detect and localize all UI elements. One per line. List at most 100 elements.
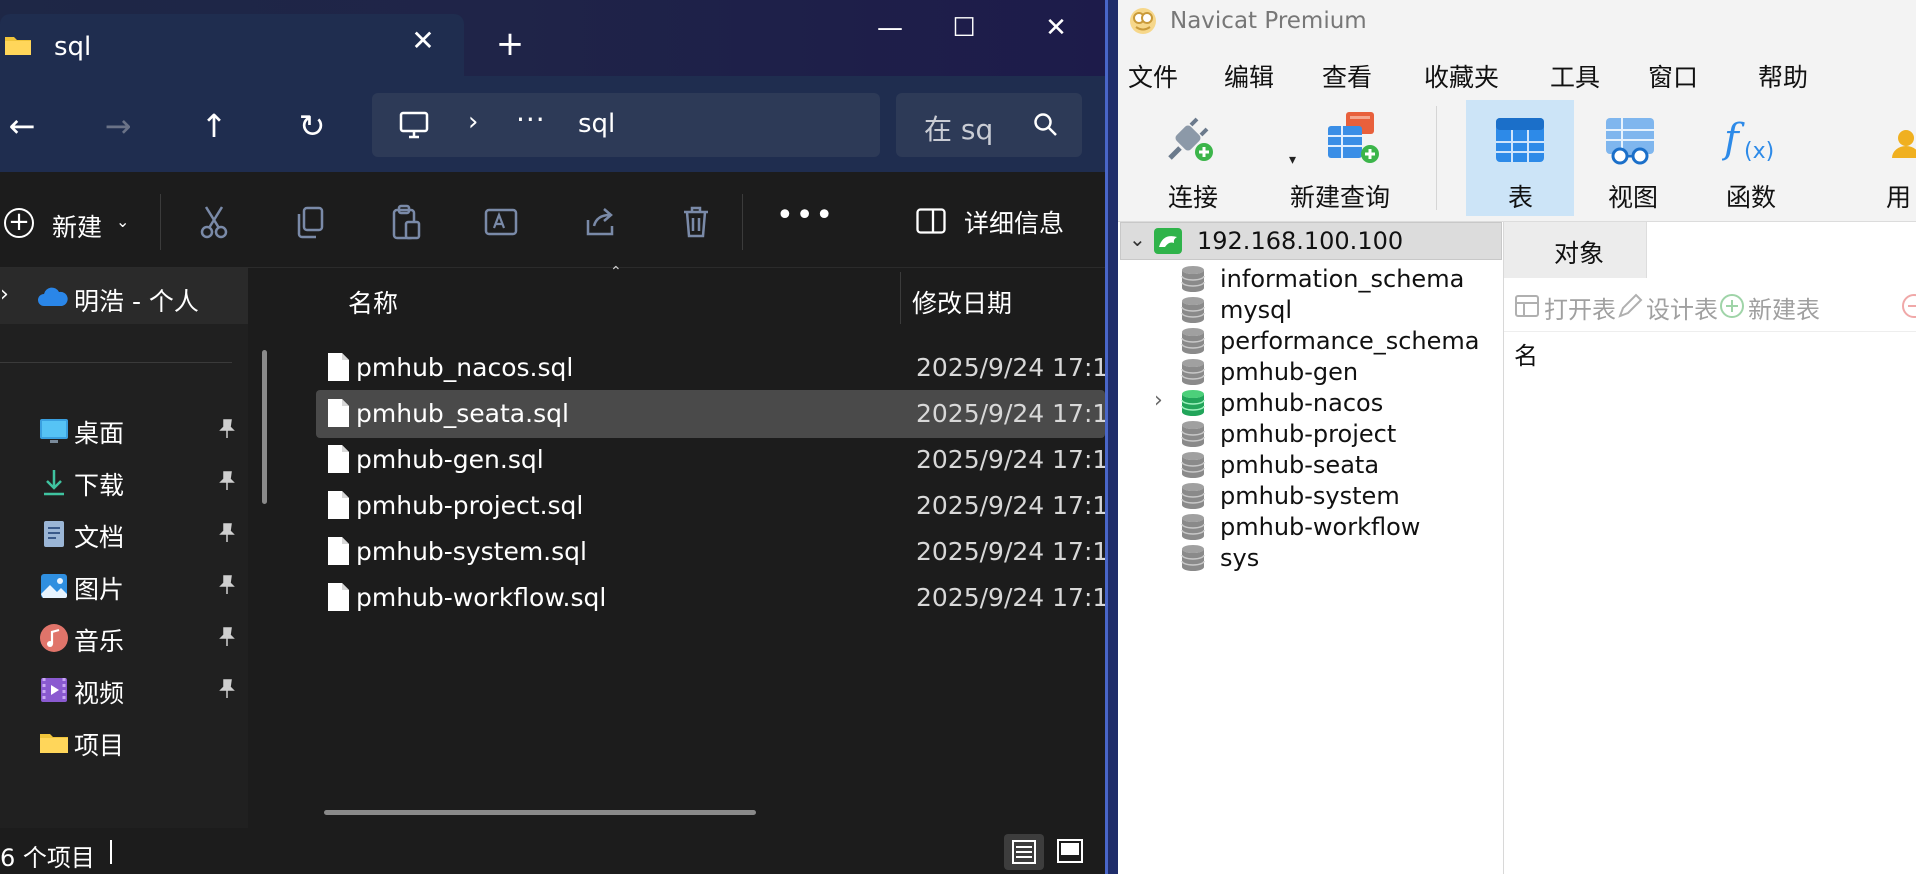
sidebar-item-music[interactable]: 音乐 <box>0 610 248 666</box>
back-button[interactable]: ← <box>2 106 42 146</box>
database-icon <box>1181 328 1205 354</box>
paste-icon[interactable] <box>386 202 426 242</box>
minimize-button[interactable]: — <box>868 10 912 46</box>
file-row[interactable]: pmhub_nacos.sql 2025/9/24 17:12 <box>316 344 1105 392</box>
mysql-connection-icon <box>1154 228 1182 254</box>
close-window-button[interactable]: ✕ <box>1034 10 1078 46</box>
sidebar-scrollbar[interactable] <box>262 350 267 504</box>
database-name: performance_schema <box>1220 327 1480 355</box>
breadcrumb-overflow-button[interactable]: ··· <box>516 103 546 136</box>
search-placeholder: 在 sq <box>924 113 994 146</box>
tab-objects[interactable]: 对象 <box>1504 222 1646 278</box>
tiles-view-button[interactable] <box>1050 834 1090 870</box>
object-pane: 对象 打开表 设计表 新建表 名 <box>1504 222 1916 874</box>
new-tab-button[interactable]: + <box>494 27 526 61</box>
database-name: pmhub-project <box>1220 420 1397 448</box>
horizontal-scrollbar[interactable] <box>324 810 756 815</box>
menu-file[interactable]: 文件 <box>1128 58 1178 94</box>
ribbon-separator <box>1436 106 1437 210</box>
table-button[interactable]: 表 <box>1466 100 1574 216</box>
sidebar-item-pictures[interactable]: 图片 <box>0 558 248 614</box>
app-title: Navicat Premium <box>1170 8 1367 34</box>
address-bar[interactable]: › ··· sql <box>372 93 880 157</box>
sidebar-item-documents[interactable]: 文档 <box>0 506 248 562</box>
sidebar-item-desktop[interactable]: 桌面 <box>0 402 248 458</box>
pin-icon[interactable] <box>216 574 238 596</box>
menu-tools[interactable]: 工具 <box>1550 58 1600 94</box>
file-list: 名称 ⌃ 修改日期 pmhub_nacos.sql 2025/9/24 17:1… <box>288 264 1105 828</box>
new-query-button[interactable]: 新建查询 <box>1284 100 1422 216</box>
search-input[interactable]: 在 sq <box>896 93 1082 157</box>
file-row[interactable]: pmhub-system.sql 2025/9/24 17:12 <box>316 528 1105 576</box>
download-icon <box>44 470 64 496</box>
svg-text:f: f <box>1722 116 1745 162</box>
explorer-tab[interactable]: sql ✕ <box>0 14 464 76</box>
menu-window[interactable]: 窗口 <box>1648 58 1698 94</box>
connect-label: 连接 <box>1168 183 1219 212</box>
file-row[interactable]: pmhub-workflow.sql 2025/9/24 17:12 <box>316 574 1105 622</box>
share-icon[interactable] <box>580 202 620 242</box>
forward-button[interactable]: → <box>98 106 138 146</box>
view-icon <box>1606 118 1654 165</box>
more-options-button[interactable]: ••• <box>776 198 835 233</box>
cut-icon[interactable] <box>194 202 234 242</box>
sidebar-item-onedrive[interactable]: › 明浩 - 个人 <box>0 268 248 324</box>
table-label: 表 <box>1508 183 1534 212</box>
function-button[interactable]: f (x) 函数 <box>1692 100 1812 216</box>
details-label: 详细信息 <box>964 209 1065 238</box>
up-button[interactable]: ↑ <box>194 106 234 146</box>
breadcrumb-current[interactable]: sql <box>578 109 615 139</box>
delete-icon[interactable] <box>676 202 716 242</box>
navicat-logo-icon <box>1130 8 1156 34</box>
user-icon <box>1892 130 1916 158</box>
chevron-right-icon[interactable]: › <box>0 282 9 307</box>
file-row-selected[interactable]: pmhub_seata.sql 2025/9/24 17:12 <box>316 390 1105 438</box>
function-icon: f (x) <box>1722 116 1774 164</box>
tree-database[interactable]: sys <box>1118 539 1504 577</box>
file-row[interactable]: pmhub-gen.sql 2025/9/24 17:12 <box>316 436 1105 484</box>
close-tab-icon[interactable]: ✕ <box>408 26 438 56</box>
sidebar-item-label: 图片 <box>74 575 125 604</box>
menu-favorites[interactable]: 收藏夹 <box>1424 58 1499 94</box>
view-label: 视图 <box>1608 183 1659 212</box>
file-name: pmhub-system.sql <box>356 537 587 566</box>
file-name: pmhub-workflow.sql <box>356 583 607 612</box>
details-view-button[interactable] <box>1004 834 1044 870</box>
connect-button[interactable]: 连接 ▾ <box>1154 100 1296 216</box>
database-icon <box>1181 297 1205 323</box>
object-column-name[interactable]: 名 <box>1514 336 1538 371</box>
user-button[interactable]: 用 <box>1878 100 1916 216</box>
column-divider[interactable] <box>900 272 901 324</box>
expand-icon[interactable]: › <box>1154 388 1163 413</box>
maximize-button[interactable]: ☐ <box>942 10 986 46</box>
copy-icon[interactable] <box>290 202 330 242</box>
pin-icon[interactable] <box>216 626 238 648</box>
sidebar-item-projects[interactable]: 项目 <box>0 714 248 770</box>
videos-icon <box>41 678 67 702</box>
rename-icon[interactable] <box>482 202 522 242</box>
database-icon <box>1181 514 1205 540</box>
database-name: pmhub-nacos <box>1220 389 1384 417</box>
details-pane-icon <box>916 208 946 234</box>
view-button[interactable]: 视图 <box>1578 100 1682 216</box>
file-date: 2025/9/24 17:12 <box>916 399 1105 428</box>
item-count: 6 个项目 <box>0 844 95 872</box>
file-date: 2025/9/24 17:12 <box>916 583 1105 612</box>
menu-help[interactable]: 帮助 <box>1758 58 1808 94</box>
database-icon <box>1181 545 1205 571</box>
file-row[interactable]: pmhub-project.sql 2025/9/24 17:12 <box>316 482 1105 530</box>
pin-icon[interactable] <box>216 522 238 544</box>
explorer-navbar: ← → ↑ ↻ › ··· sql 在 sq <box>0 76 1105 172</box>
tree-connection[interactable]: ⌄ 192.168.100.100 <box>1120 222 1502 260</box>
refresh-button[interactable]: ↻ <box>292 106 332 146</box>
sidebar-item-videos[interactable]: 视频 <box>0 662 248 718</box>
menu-edit[interactable]: 编辑 <box>1224 58 1274 94</box>
svg-text:(x): (x) <box>1744 139 1774 164</box>
menu-view[interactable]: 查看 <box>1322 58 1372 94</box>
pin-icon[interactable] <box>216 678 238 700</box>
remove-icon <box>1902 294 1916 318</box>
pin-icon[interactable] <box>216 418 238 440</box>
pin-icon[interactable] <box>216 470 238 492</box>
collapse-icon[interactable]: ⌄ <box>1129 227 1146 251</box>
sidebar-item-downloads[interactable]: 下载 <box>0 454 248 510</box>
